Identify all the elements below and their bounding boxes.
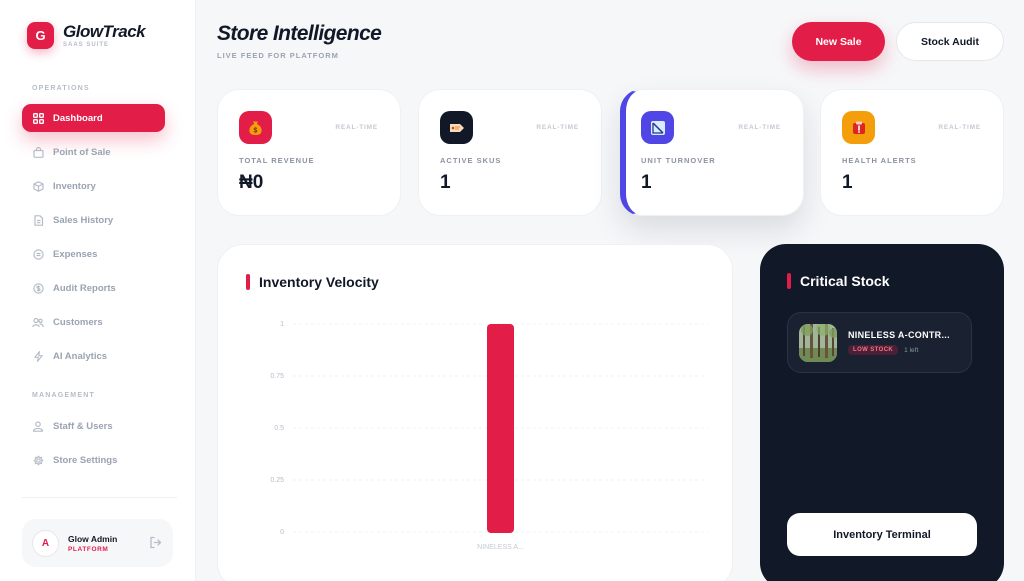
dollar-circle-icon <box>32 282 44 294</box>
stat-value: 1 <box>842 172 853 193</box>
low-stock-badge: LOW STOCK <box>848 345 899 355</box>
y-tick-label: 0.5 <box>274 425 284 432</box>
receipt-icon <box>32 248 44 260</box>
chart-icon <box>641 111 674 144</box>
sidebar: G GlowTrack SAAS SUITE OPERATIONS Dashbo… <box>0 0 196 581</box>
brand-name: GlowTrack <box>63 22 146 41</box>
sidebar-item-point-of-sale[interactable]: Point of Sale <box>22 138 165 166</box>
new-sale-button[interactable]: New Sale <box>792 22 885 61</box>
logout-icon[interactable] <box>149 536 163 550</box>
x-tick-label: NINELESS A... <box>477 544 524 551</box>
stat-label: HEALTH ALERTS <box>842 156 917 165</box>
money-bag-icon: $ <box>239 111 272 144</box>
stat-value: 1 <box>641 172 652 193</box>
brand[interactable]: G GlowTrack SAAS SUITE <box>27 22 146 49</box>
grid-icon <box>32 112 44 124</box>
sidebar-item-expenses[interactable]: Expenses <box>22 240 165 268</box>
inventory-terminal-button[interactable]: Inventory Terminal <box>787 513 977 556</box>
stat-card-health-alerts[interactable]: REAL-TIME HEALTH ALERTS 1 <box>820 89 1004 216</box>
user-role: PLATFORM <box>68 545 109 553</box>
sidebar-item-label: Customers <box>53 316 103 328</box>
panel-title-text: Critical Stock <box>800 273 890 289</box>
stat-value: 1 <box>440 172 451 193</box>
stat-value: ₦0 <box>239 172 264 193</box>
sidebar-item-sales-history[interactable]: Sales History <box>22 206 165 234</box>
sidebar-item-label: AI Analytics <box>53 350 108 362</box>
title-accent <box>787 273 791 289</box>
inventory-velocity-chart: 0 0.25 0.5 0.75 1 NINELESS A... <box>270 321 708 551</box>
page-title: Store Intelligence <box>217 22 382 45</box>
stat-card-active-skus[interactable]: REAL-TIME ACTIVE SKUS 1 <box>418 89 602 216</box>
sidebar-item-customers[interactable]: Customers <box>22 308 165 336</box>
operations-label: OPERATIONS <box>32 85 90 92</box>
users-icon <box>32 316 44 328</box>
sidebar-item-label: Sales History <box>53 214 114 226</box>
page-subtitle: LIVE FEED FOR PLATFORM <box>217 51 339 60</box>
sidebar-item-store-settings[interactable]: Store Settings <box>22 446 165 474</box>
alert-icon <box>842 111 875 144</box>
management-label: MANAGEMENT <box>32 392 95 399</box>
bolt-icon <box>32 350 44 362</box>
gear-icon <box>32 454 44 466</box>
stock-remaining: 1 left <box>904 346 919 354</box>
brand-logo: G <box>27 22 54 49</box>
sidebar-item-label: Store Settings <box>53 454 118 466</box>
y-tick-label: 0 <box>280 529 284 536</box>
y-tick-label: 0.75 <box>270 373 284 380</box>
user-name: Glow Admin <box>68 533 118 544</box>
critical-stock-item[interactable]: NINELESS A-CONTR... LOW STOCK 1 left <box>787 312 972 373</box>
critical-stock-panel: Critical Stock NINELESS A-CONTR... LOW S… <box>760 244 1004 581</box>
stock-item-name: NINELESS A-CONTR... <box>848 330 950 340</box>
stat-card-unit-turnover[interactable]: REAL-TIME UNIT TURNOVER 1 <box>620 89 804 216</box>
stat-label: ACTIVE SKUS <box>440 156 502 165</box>
box-icon <box>32 180 44 192</box>
user-profile-card[interactable]: A Glow Admin PLATFORM <box>22 519 173 567</box>
y-tick-label: 0.25 <box>270 477 284 484</box>
realtime-tag: REAL-TIME <box>938 124 981 131</box>
inventory-velocity-panel: Inventory Velocity 0 0.25 0.5 0.75 1 NINELESS… <box>217 244 733 581</box>
stat-card-total-revenue[interactable]: $ REAL-TIME TOTAL REVENUE ₦0 <box>217 89 401 216</box>
y-tick-label: 1 <box>280 321 284 328</box>
sidebar-item-label: Audit Reports <box>53 282 116 294</box>
sidebar-item-staff-users[interactable]: Staff & Users <box>22 412 165 440</box>
chart-bar[interactable] <box>487 324 514 533</box>
realtime-tag: REAL-TIME <box>738 124 781 131</box>
sidebar-item-label: Point of Sale <box>53 146 111 158</box>
tag-icon <box>440 111 473 144</box>
brand-subtitle: SAAS SUITE <box>63 42 110 48</box>
sidebar-item-audit-reports[interactable]: Audit Reports <box>22 274 165 302</box>
sidebar-item-label: Expenses <box>53 248 98 260</box>
avatar: A <box>32 529 59 557</box>
sidebar-item-label: Dashboard <box>53 112 103 124</box>
sidebar-item-ai-analytics[interactable]: AI Analytics <box>22 342 165 370</box>
sidebar-item-inventory[interactable]: Inventory <box>22 172 165 200</box>
stat-label: TOTAL REVENUE <box>239 156 315 165</box>
stat-label: UNIT TURNOVER <box>641 156 716 165</box>
realtime-tag: REAL-TIME <box>536 124 579 131</box>
panel-title: Critical Stock <box>787 273 889 289</box>
realtime-tag: REAL-TIME <box>335 124 378 131</box>
document-icon <box>32 214 44 226</box>
bag-icon <box>32 146 44 158</box>
sidebar-item-label: Staff & Users <box>53 420 113 432</box>
sidebar-item-label: Inventory <box>53 180 96 192</box>
sidebar-divider <box>22 497 177 498</box>
stock-audit-button[interactable]: Stock Audit <box>896 22 1004 61</box>
user-group-icon <box>32 420 44 432</box>
sidebar-item-dashboard[interactable]: Dashboard <box>22 104 165 132</box>
product-thumbnail <box>799 323 837 362</box>
svg-text:$: $ <box>254 127 258 134</box>
